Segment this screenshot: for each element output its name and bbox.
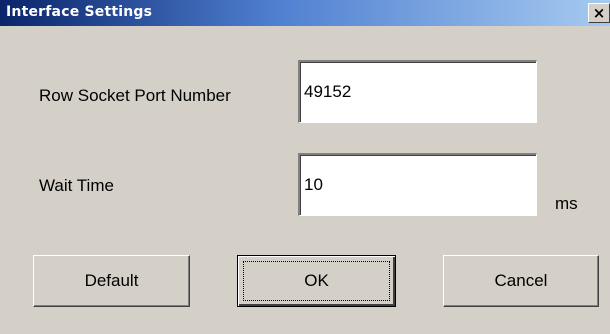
ok-button-label: OK bbox=[304, 271, 329, 290]
wait-time-unit-label: ms bbox=[555, 194, 578, 213]
close-button[interactable]: × bbox=[588, 3, 610, 23]
port-number-field[interactable] bbox=[298, 60, 537, 123]
default-button[interactable]: Default bbox=[33, 255, 190, 307]
ok-button[interactable]: OK bbox=[237, 255, 396, 307]
interface-settings-dialog: Interface Settings × Row Socket Port Num… bbox=[0, 0, 610, 334]
port-number-input[interactable] bbox=[300, 62, 536, 122]
wait-time-field[interactable] bbox=[298, 153, 537, 216]
cancel-button[interactable]: Cancel bbox=[443, 255, 599, 307]
wait-time-input[interactable] bbox=[300, 155, 536, 215]
close-icon: × bbox=[592, 3, 606, 22]
window-title: Interface Settings bbox=[6, 4, 153, 20]
wait-time-label: Wait Time bbox=[39, 176, 114, 195]
title-bar[interactable]: Interface Settings × bbox=[0, 0, 610, 26]
port-number-label: Row Socket Port Number bbox=[39, 86, 231, 105]
